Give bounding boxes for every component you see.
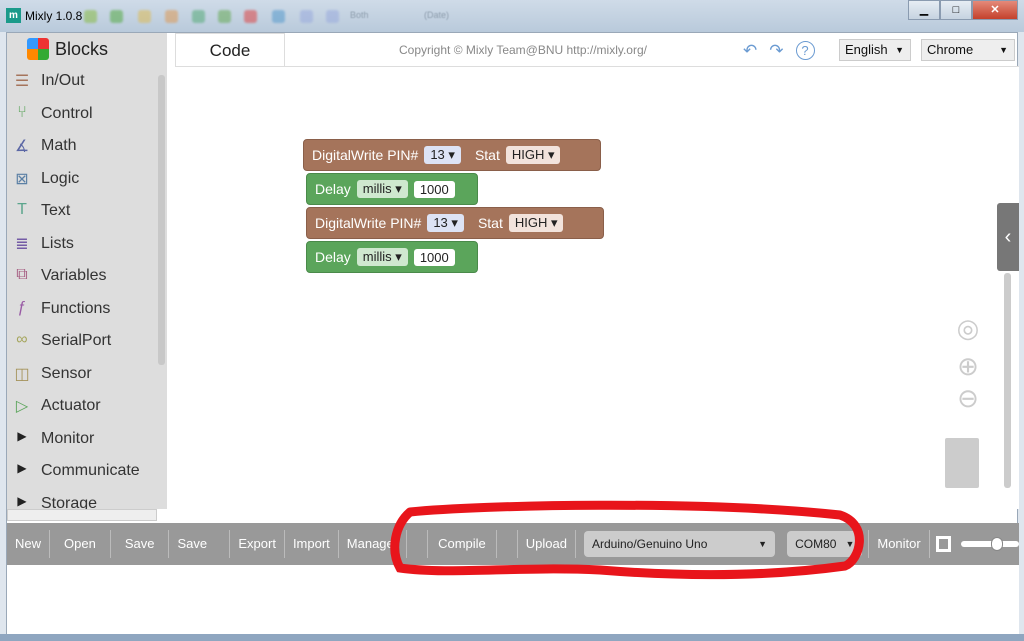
collapse-panel-tab[interactable]: ‹ — [997, 203, 1019, 271]
lists-icon: ≣ — [15, 235, 29, 253]
sidebar-item-functions[interactable]: ƒ Functions — [7, 293, 167, 326]
sidebar-hscrollbar[interactable] — [7, 509, 157, 521]
output-console[interactable] — [7, 565, 1019, 635]
blockly-workspace[interactable]: DigitalWrite PIN# 13 ▾ Stat HIGH ▾ Delay mill… — [167, 67, 1019, 509]
undo-icon[interactable]: ↶ — [743, 41, 757, 61]
blurred-toolbar-icon — [326, 10, 339, 23]
stat-dropdown[interactable]: HIGH ▾ — [508, 214, 564, 232]
serialport-icon: ∞ — [16, 331, 28, 349]
minimize-button[interactable]: ▁ — [908, 0, 940, 20]
sensor-icon: ◫ — [14, 365, 30, 383]
close-button[interactable]: ✕ — [972, 0, 1018, 20]
port-select[interactable]: COM80 ▼ — [787, 531, 863, 557]
language-select[interactable]: English ▼ — [839, 39, 911, 61]
blurred-toolbar-icon — [138, 10, 151, 23]
manager-button[interactable]: Manager — [339, 530, 408, 558]
unit-dropdown[interactable]: millis ▾ — [356, 248, 408, 266]
sidebar-item-lists[interactable]: ≣ Lists — [7, 228, 167, 261]
puzzle-icon — [27, 38, 49, 60]
board-select[interactable]: Arduino/Genuino Uno ▼ — [583, 531, 776, 557]
delay-value-input[interactable]: 1000 — [413, 180, 455, 198]
blurred-toolbar-icon — [300, 10, 313, 23]
actuator-icon: ▷ — [15, 398, 29, 416]
import-button[interactable]: Import — [285, 530, 339, 558]
chip-icon[interactable] — [935, 536, 952, 552]
sidebar-item-monitor[interactable]: ▶ Monitor — [7, 423, 167, 456]
unit-dropdown[interactable]: millis ▾ — [356, 180, 408, 198]
sidebar-item-actuator[interactable]: ▷ Actuator — [7, 390, 167, 423]
sidebar-item-text[interactable]: T Text — [7, 195, 167, 228]
variables-icon: ⧉ — [16, 266, 28, 284]
delay-block[interactable]: Delay millis ▾ 1000 — [306, 173, 478, 205]
maximize-button[interactable]: □ — [940, 0, 972, 20]
logic-icon: ⊠ — [15, 170, 29, 188]
blurred-toolbar-icon — [84, 10, 97, 23]
functions-icon: ƒ — [17, 298, 27, 316]
text-icon: T — [17, 201, 27, 219]
export-button[interactable]: Export — [230, 530, 285, 558]
blurred-toolbar-icon — [272, 10, 285, 23]
sidebar-scrollbar[interactable] — [158, 75, 165, 365]
header-bar: Code Copyright © Mixly Team@BNU http://m… — [175, 33, 1019, 67]
pin-dropdown[interactable]: 13 ▾ — [427, 214, 464, 232]
copyright-text: Copyright © Mixly Team@BNU http://mixly.… — [399, 43, 647, 57]
taskbar — [0, 634, 1024, 641]
save-as-button[interactable]: Save as — [169, 530, 231, 579]
browser-select[interactable]: Chrome ▼ — [921, 39, 1015, 61]
blurred-toolbar-icon — [165, 10, 178, 23]
delay-block[interactable]: Delay millis ▾ 1000 — [306, 241, 478, 273]
app-frame: Blocks ☰ In/Out ⑂ Control ∡ Math ⊠ Logic T Text ≣ L… — [6, 32, 1019, 635]
sidebar-item-inout[interactable]: ☰ In/Out — [7, 65, 167, 98]
sidebar-item-serialport[interactable]: ∞ SerialPort — [7, 325, 167, 358]
redo-icon[interactable]: ↷ — [769, 41, 783, 61]
blocks-tab[interactable]: Blocks — [7, 33, 167, 65]
stat-dropdown[interactable]: HIGH ▾ — [505, 146, 561, 164]
triangle-right-icon: ▶ — [17, 428, 27, 443]
window-title: Mixly 1.0.8 — [25, 9, 83, 23]
sidebar-item-communicate[interactable]: ▶ Communicate — [7, 455, 167, 488]
blurred-combo: Both — [350, 10, 369, 20]
tab-code[interactable]: Code — [175, 33, 285, 67]
sidebar-item-sensor[interactable]: ◫ Sensor — [7, 358, 167, 391]
blurred-toolbar-icon — [192, 10, 205, 23]
triangle-right-icon: ▶ — [17, 461, 27, 476]
new-button[interactable]: New — [7, 530, 51, 558]
zoom-in-icon[interactable]: ⊕ — [954, 351, 982, 382]
zoom-out-icon[interactable]: ⊖ — [954, 383, 982, 414]
workspace-scrollbar[interactable] — [1004, 273, 1011, 488]
sidebar-item-math[interactable]: ∡ Math — [7, 130, 167, 163]
blurred-toolbar-icon — [218, 10, 231, 23]
blurred-combo: (Date) — [424, 10, 450, 20]
sidebar-item-logic[interactable]: ⊠ Logic — [7, 163, 167, 196]
trash-icon[interactable] — [945, 438, 979, 488]
inout-icon: ☰ — [14, 73, 30, 91]
toolbox-sidebar: Blocks ☰ In/Out ⑂ Control ∡ Math ⊠ Logic T Text ≣ L… — [7, 33, 167, 512]
recenter-icon[interactable]: ◎ — [954, 313, 982, 344]
blurred-toolbar-icon — [110, 10, 123, 23]
sidebar-item-control[interactable]: ⑂ Control — [7, 98, 167, 131]
open-button[interactable]: Open — [50, 530, 111, 558]
blurred-toolbar-icon — [244, 10, 257, 23]
sidebar-item-variables[interactable]: ⧉ Variables — [7, 260, 167, 293]
help-icon[interactable]: ? — [795, 41, 815, 60]
delay-value-input[interactable]: 1000 — [413, 248, 455, 266]
save-button[interactable]: Save — [111, 530, 170, 558]
digitalwrite-block[interactable]: DigitalWrite PIN# 13 ▾ Stat HIGH ▾ — [306, 207, 604, 239]
control-icon: ⑂ — [17, 103, 27, 121]
bottom-toolbar: New Open Save Save as Export Import Mana… — [7, 523, 1019, 579]
mixly-logo-icon: m — [6, 8, 21, 23]
digitalwrite-block[interactable]: DigitalWrite PIN# 13 ▾ Stat HIGH ▾ — [303, 139, 601, 171]
upload-button[interactable]: Upload — [516, 530, 576, 558]
pin-dropdown[interactable]: 13 ▾ — [424, 146, 461, 164]
title-bar: m Mixly 1.0.8 Both (Date) ▁ □ ✕ — [0, 0, 1024, 32]
math-icon: ∡ — [14, 138, 30, 156]
monitor-button[interactable]: Monitor — [868, 530, 930, 558]
zoom-slider[interactable] — [961, 537, 1019, 551]
compile-button[interactable]: Compile — [427, 530, 497, 558]
